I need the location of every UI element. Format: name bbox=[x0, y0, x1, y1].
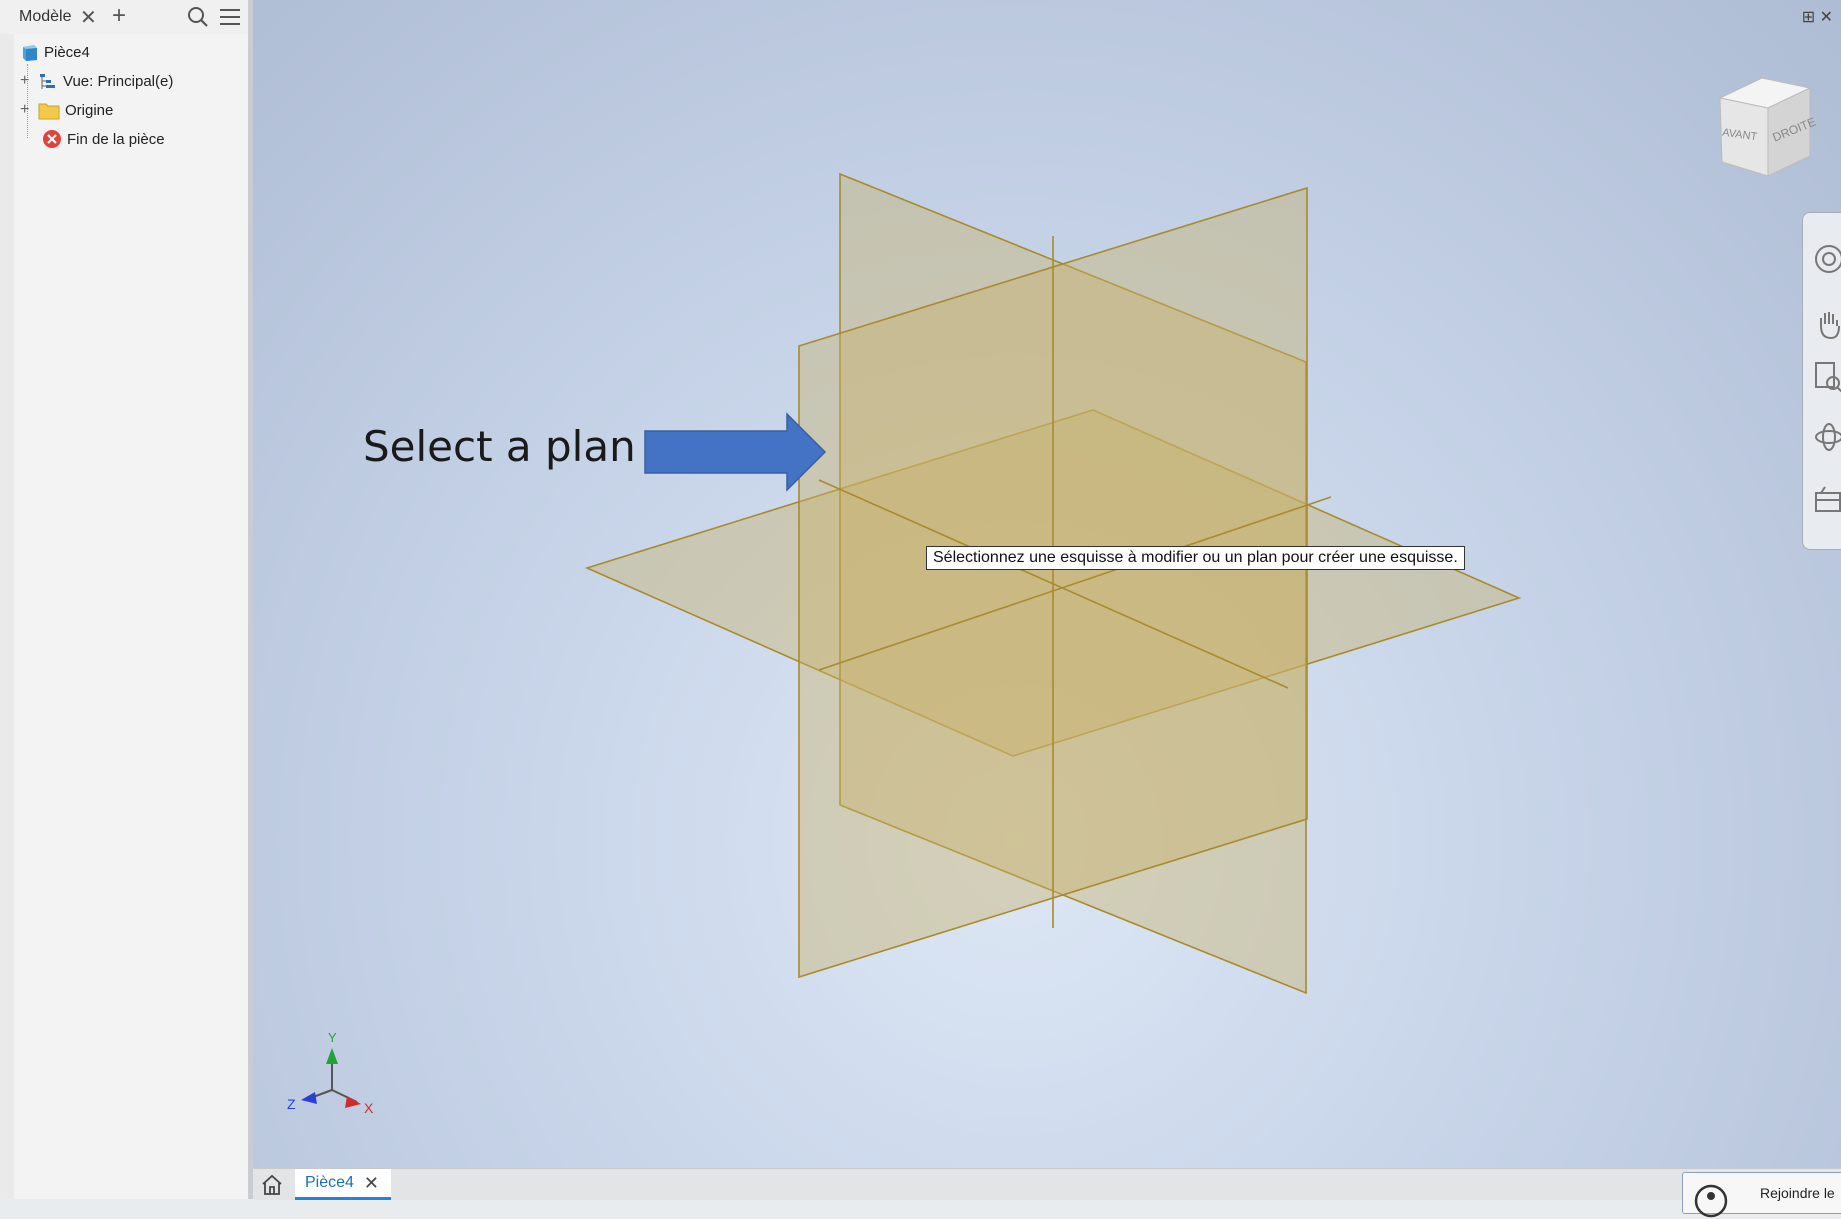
pan-icon[interactable] bbox=[1813, 308, 1841, 340]
annotation-arrow bbox=[644, 412, 827, 492]
origin-planes[interactable] bbox=[253, 0, 1841, 1168]
z-axis-cone bbox=[301, 1092, 317, 1104]
model-browser-panel: Modèle ✕ + Pièce4 + Vue: Principal(e) + … bbox=[0, 0, 253, 1199]
tree-item-origin[interactable]: + Origine bbox=[20, 98, 113, 122]
x-axis-label: X bbox=[364, 1100, 374, 1116]
tab-document[interactable]: Pièce4 ✕ bbox=[295, 1169, 392, 1200]
expand-icon[interactable]: + bbox=[20, 101, 34, 119]
tree-item-label: Vue: Principal(e) bbox=[63, 72, 174, 90]
close-icon[interactable]: ✕ bbox=[80, 5, 97, 30]
annotation-text: Select a plan bbox=[363, 422, 636, 471]
error-icon bbox=[43, 130, 61, 148]
panel-edge bbox=[0, 0, 14, 1199]
view-rep-icon bbox=[40, 74, 55, 89]
folder-icon bbox=[38, 103, 60, 119]
add-icon[interactable]: + bbox=[112, 2, 126, 30]
tab-document-label: Pièce4 bbox=[305, 1174, 354, 1191]
search-icon[interactable] bbox=[187, 6, 209, 28]
graphics-viewport[interactable]: Select a plan Sélectionnez une esquisse … bbox=[253, 0, 1841, 1168]
look-at-icon[interactable] bbox=[1813, 483, 1841, 515]
menu-icon[interactable] bbox=[219, 7, 241, 27]
viewcube[interactable]: AVANT DROITE bbox=[1710, 76, 1820, 186]
document-tab-bar: Pièce4 ✕ Rejoindre le bbox=[253, 1168, 1841, 1218]
axis-triad: Y Z X bbox=[287, 1030, 374, 1116]
join-button[interactable]: Rejoindre le bbox=[1682, 1172, 1841, 1218]
browser-header: Modèle ✕ + bbox=[0, 0, 248, 34]
tree-item-view[interactable]: + Vue: Principal(e) bbox=[20, 69, 173, 93]
part-icon bbox=[23, 44, 37, 61]
tree-item-label: Origine bbox=[65, 101, 114, 119]
window-layout-icon[interactable]: ⊞ ✕ bbox=[1802, 7, 1833, 27]
orbit-icon[interactable] bbox=[1813, 421, 1841, 453]
expand-icon[interactable]: + bbox=[20, 72, 34, 90]
navigation-bar bbox=[1802, 212, 1841, 550]
tooltip: Sélectionnez une esquisse à modifier ou … bbox=[926, 546, 1465, 570]
z-axis-label: Z bbox=[287, 1096, 296, 1112]
browser-tab-model[interactable]: Modèle bbox=[19, 8, 71, 26]
close-icon[interactable]: ✕ bbox=[364, 1173, 379, 1194]
tree-item-part[interactable]: Pièce4 bbox=[20, 40, 90, 64]
zoom-icon[interactable] bbox=[1813, 361, 1841, 395]
tree-item-end-of-part[interactable]: Fin de la pièce bbox=[42, 127, 165, 151]
tree-item-label: Fin de la pièce bbox=[67, 130, 165, 148]
y-axis-label: Y bbox=[328, 1030, 337, 1045]
join-icon bbox=[1694, 1184, 1728, 1218]
tree-item-label: Pièce4 bbox=[44, 43, 90, 61]
steering-wheel-icon[interactable] bbox=[1813, 243, 1841, 275]
y-axis-cone bbox=[326, 1048, 338, 1064]
x-axis-cone bbox=[345, 1096, 361, 1108]
home-icon[interactable] bbox=[259, 1172, 285, 1198]
